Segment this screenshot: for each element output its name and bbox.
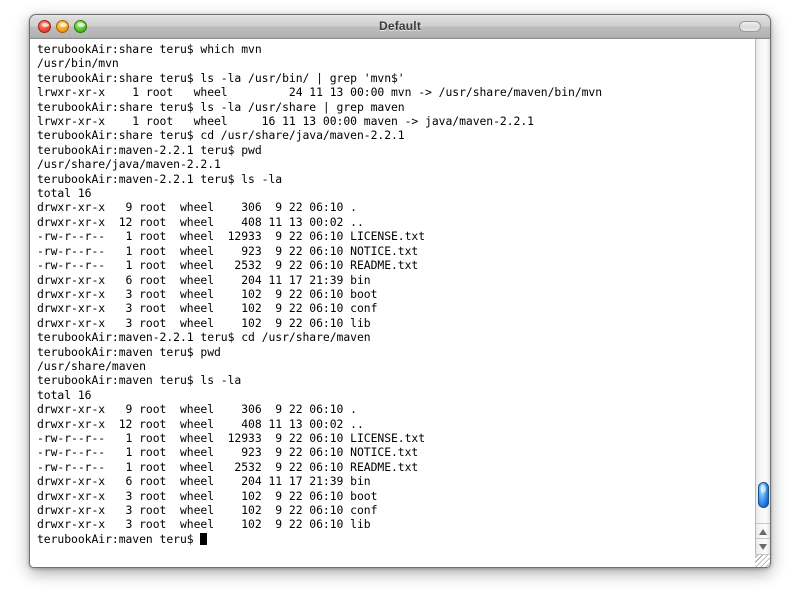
terminal-window[interactable]: Default terubookAir:share teru$ which mv… xyxy=(29,14,771,568)
terminal-line: drwxr-xr-x 3 root wheel 102 9 22 06:10 l… xyxy=(37,517,371,532)
terminal-line: total 16 xyxy=(37,186,92,201)
scrollbar-track[interactable] xyxy=(756,39,770,524)
terminal-line: total 16 xyxy=(37,387,92,402)
terminal-line: drwxr-xr-x 3 root wheel 102 9 22 06:10 b… xyxy=(37,488,378,503)
terminal-line: terubookAir:maven teru$ ls -la xyxy=(37,373,242,388)
terminal-line: terubookAir:share teru$ which mvn xyxy=(37,42,262,56)
terminal-line: terubookAir:maven-2.2.1 teru$ ls -la xyxy=(37,171,283,186)
terminal-line: terubookAir:share teru$ ls -la /usr/shar… xyxy=(37,99,405,114)
terminal-line: -rw-r--r-- 1 root wheel 12933 9 22 06:10… xyxy=(37,229,426,244)
window-title: Default xyxy=(378,19,422,33)
terminal-line: -rw-r--r-- 1 root wheel 923 9 22 06:10 N… xyxy=(37,243,419,258)
terminal-line: terubookAir:maven teru$ pwd xyxy=(37,344,221,359)
terminal-line: terubookAir:maven-2.2.1 teru$ pwd xyxy=(37,142,262,157)
terminal-line: lrwxr-xr-x 1 root wheel 24 11 13 00:00 m… xyxy=(37,85,603,100)
terminal-line: terubookAir:maven-2.2.1 teru$ cd /usr/sh… xyxy=(37,330,371,345)
scroll-down-arrow-icon[interactable] xyxy=(756,538,770,554)
window-titlebar[interactable]: Default xyxy=(30,15,770,39)
terminal-line: drwxr-xr-x 3 root wheel 102 9 22 06:10 l… xyxy=(37,315,371,330)
terminal-line: drwxr-xr-x 6 root wheel 204 11 17 21:39 … xyxy=(37,474,371,489)
terminal-line: drwxr-xr-x 9 root wheel 306 9 22 06:10 . xyxy=(37,200,357,215)
terminal-line: /usr/share/java/maven-2.2.1 xyxy=(37,157,221,172)
desktop-background: Default terubookAir:share teru$ which mv… xyxy=(0,0,800,605)
terminal-lines: terubookAir:share teru$ which mvn/usr/bi… xyxy=(37,42,755,546)
toolbar-toggle-button[interactable] xyxy=(739,21,761,32)
terminal-line: -rw-r--r-- 1 root wheel 2532 9 22 06:10 … xyxy=(37,459,419,474)
terminal-line: terubookAir:share teru$ cd /usr/share/ja… xyxy=(37,128,405,143)
terminal-line: -rw-r--r-- 1 root wheel 2532 9 22 06:10 … xyxy=(37,258,419,273)
scroll-up-arrow-icon[interactable] xyxy=(756,523,770,539)
terminal-prompt-text: terubookAir:maven teru$ xyxy=(37,531,201,546)
terminal-line: terubookAir:share teru$ ls -la /usr/bin/… xyxy=(37,70,405,85)
terminal-line: /usr/bin/mvn xyxy=(37,56,119,71)
terminal-line: drwxr-xr-x 3 root wheel 102 9 22 06:10 c… xyxy=(37,503,378,517)
terminal-line: /usr/share/maven xyxy=(37,358,146,373)
terminal-line: drwxr-xr-x 9 root wheel 306 9 22 06:10 . xyxy=(37,402,357,417)
triangle-down-icon xyxy=(759,543,767,550)
terminal-output-area[interactable]: terubookAir:share teru$ which mvn/usr/bi… xyxy=(30,39,755,567)
terminal-cursor xyxy=(200,533,207,545)
terminal-line: drwxr-xr-x 3 root wheel 102 9 22 06:10 c… xyxy=(37,301,378,316)
terminal-prompt-line[interactable]: terubookAir:maven teru$ xyxy=(37,532,755,546)
vertical-scrollbar[interactable] xyxy=(755,39,770,567)
terminal-line: drwxr-xr-x 6 root wheel 204 11 17 21:39 … xyxy=(37,272,371,287)
terminal-line: drwxr-xr-x 3 root wheel 102 9 22 06:10 b… xyxy=(37,286,378,301)
scrollbar-thumb[interactable] xyxy=(758,482,769,508)
terminal-line: lrwxr-xr-x 1 root wheel 16 11 13 00:00 m… xyxy=(37,114,534,129)
triangle-up-icon xyxy=(759,528,767,535)
terminal-line: -rw-r--r-- 1 root wheel 923 9 22 06:10 N… xyxy=(37,445,419,460)
terminal-line: -rw-r--r-- 1 root wheel 12933 9 22 06:10… xyxy=(37,430,426,445)
terminal-line: drwxr-xr-x 12 root wheel 408 11 13 00:02… xyxy=(37,416,364,431)
resize-grip-icon[interactable] xyxy=(755,554,770,567)
window-content: terubookAir:share teru$ which mvn/usr/bi… xyxy=(30,39,770,567)
terminal-line: drwxr-xr-x 12 root wheel 408 11 13 00:02… xyxy=(37,214,364,229)
